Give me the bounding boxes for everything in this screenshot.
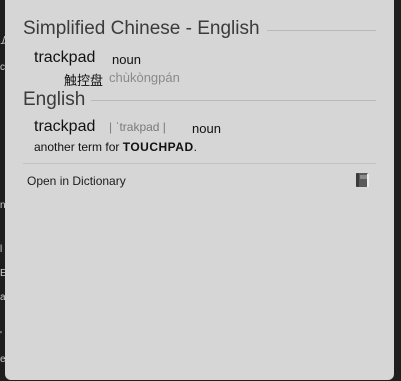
entry-translation: 触控盘 <box>64 73 104 88</box>
dictionary-app-icon[interactable] <box>355 172 370 188</box>
section-title-chinese-english: Simplified Chinese - English <box>23 18 260 39</box>
entry-headword: trackpad <box>34 49 96 66</box>
entry-definition: another term for TOUCHPAD. <box>34 140 197 154</box>
definition-cross-reference[interactable]: TOUCHPAD <box>123 140 194 154</box>
entry-part-of-speech: noun <box>192 121 221 136</box>
entry-part-of-speech: noun <box>112 52 141 67</box>
section-title-english: English <box>23 89 86 110</box>
section-divider <box>91 100 376 101</box>
entry-pinyin: chùkòngpán <box>109 70 180 85</box>
definition-text: another term for <box>34 140 123 154</box>
entry-pronunciation: | ˈtrakpad | <box>109 120 166 134</box>
entry-headword: trackpad <box>34 118 96 135</box>
footer-divider <box>23 163 376 164</box>
dictionary-lookup-popover: Simplified Chinese - English trackpad no… <box>5 0 394 380</box>
definition-text: . <box>193 140 197 154</box>
open-in-dictionary-button[interactable]: Open in Dictionary <box>27 174 126 188</box>
section-divider <box>267 30 376 31</box>
